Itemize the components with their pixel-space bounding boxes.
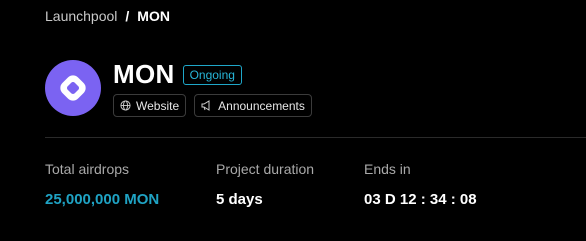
ends-in-countdown: 03 D 12 : 34 : 08 — [364, 191, 477, 208]
project-duration-label: Project duration — [216, 161, 315, 177]
total-airdrops-value: 25,000,000 MON — [45, 191, 160, 208]
status-badge: Ongoing — [182, 65, 242, 85]
stat-project-duration: Project duration 5 days — [216, 160, 314, 209]
stat-ends-in: Ends in 03 D 12 : 34 : 08 — [364, 160, 477, 209]
stat-total-airdrops: Total airdrops 25,000,000 MON — [45, 160, 159, 209]
breadcrumb-current: MON — [137, 8, 170, 24]
project-title-row: MON Ongoing — [113, 59, 242, 89]
project-name: MON — [113, 59, 175, 89]
breadcrumb-launchpool-link[interactable]: Launchpool — [45, 7, 117, 25]
globe-icon — [120, 100, 131, 111]
section-divider — [45, 137, 586, 138]
announcements-button[interactable]: Announcements — [194, 94, 312, 117]
project-logo — [45, 60, 101, 116]
diamond-ring-icon — [60, 75, 86, 101]
launchpool-project-page: Launchpool / MON MON Ongoing Website Ann… — [0, 0, 586, 241]
ends-in-label: Ends in — [364, 161, 411, 177]
breadcrumb: Launchpool / MON — [45, 7, 170, 25]
announcements-button-label: Announcements — [218, 98, 305, 113]
megaphone-icon — [201, 100, 210, 111]
total-airdrops-label: Total airdrops — [45, 161, 130, 177]
project-duration-value: 5 days — [216, 191, 263, 208]
breadcrumb-separator: / — [125, 8, 130, 24]
project-links: Website Announcements — [113, 94, 312, 117]
website-button[interactable]: Website — [113, 94, 187, 117]
website-button-label: Website — [136, 98, 180, 113]
